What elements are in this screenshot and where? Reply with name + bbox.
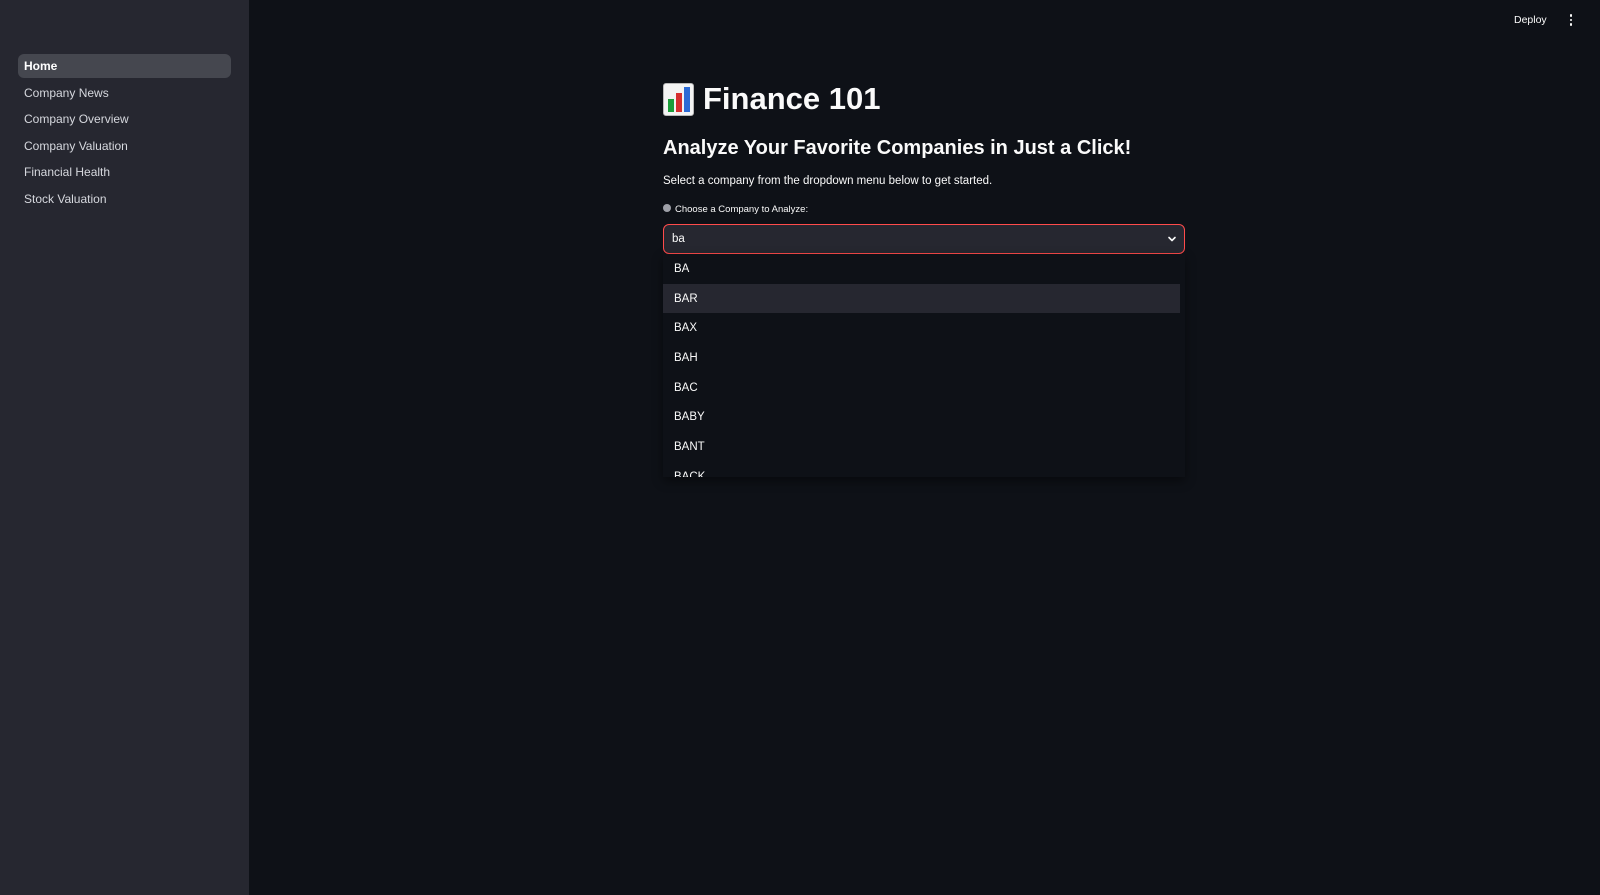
page-title: Finance 101 (663, 78, 880, 120)
label-dot-icon (663, 203, 671, 212)
sidebar-item-financial-health[interactable]: Financial Health (18, 160, 231, 184)
page-subtitle: Analyze Your Favorite Companies in Just … (663, 137, 1132, 159)
company-select[interactable] (663, 224, 1185, 254)
page-description: Select a company from the dropdown menu … (663, 175, 993, 187)
sidebar-item-company-news[interactable]: Company News (18, 81, 231, 105)
dropdown-option[interactable]: BA (663, 254, 1180, 284)
company-select-label: Choose a Company to Analyze: (663, 203, 809, 215)
dropdown-option[interactable]: BAX (663, 313, 1180, 343)
sidebar-item-company-overview[interactable]: Company Overview (18, 107, 231, 131)
sidebar-nav: Home Company News Company Overview Compa… (18, 54, 231, 214)
page-title-text: Finance 101 (703, 81, 881, 116)
dropdown-option-highlighted[interactable]: BAR (663, 283, 1180, 314)
bar-chart-emoji-icon (663, 82, 694, 116)
sidebar-item-stock-valuation[interactable]: Stock Valuation (18, 187, 231, 211)
chevron-down-icon[interactable] (1160, 225, 1184, 253)
sidebar-item-home[interactable]: Home (18, 54, 231, 78)
sidebar-item-company-valuation[interactable]: Company Valuation (18, 134, 231, 158)
dropdown-option[interactable]: BAH (663, 343, 1180, 373)
deploy-button[interactable]: Deploy (1514, 11, 1547, 29)
dropdown-option[interactable]: BANT (663, 432, 1180, 462)
company-select-dropdown: BA BAR BAX BAH BAC BABY BANT BACK (663, 254, 1185, 477)
sidebar: Home Company News Company Overview Compa… (0, 0, 249, 895)
company-select-label-text: Choose a Company to Analyze: (675, 204, 809, 215)
app: Home Company News Company Overview Compa… (0, 0, 1600, 895)
dropdown-option[interactable]: BACK (663, 462, 1180, 477)
dropdown-option[interactable]: BAC (663, 373, 1180, 403)
kebab-menu-icon[interactable] (1565, 11, 1577, 29)
company-select-input[interactable] (664, 225, 1160, 253)
dropdown-option[interactable]: BABY (663, 402, 1180, 432)
